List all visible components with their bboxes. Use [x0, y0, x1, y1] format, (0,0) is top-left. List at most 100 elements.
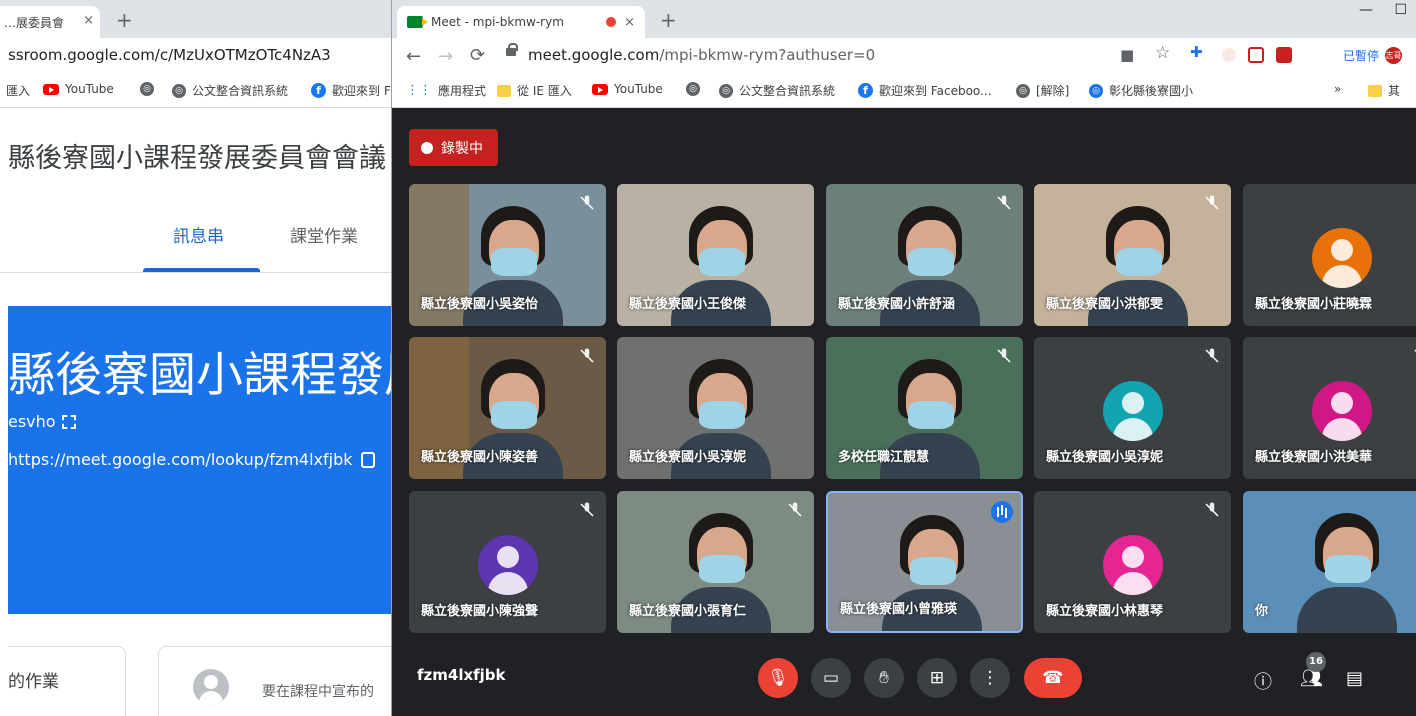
participant-avatar [1312, 228, 1372, 288]
participant-avatar [1103, 535, 1163, 595]
reload-icon[interactable]: ⟳ [470, 45, 485, 66]
body-shape [1297, 587, 1397, 633]
expand-icon[interactable] [61, 414, 76, 429]
record-extension-icon[interactable] [1222, 48, 1236, 62]
participant-name: 多校任職江靚慧 [838, 450, 930, 465]
forward-arrow-icon[interactable]: → [438, 46, 453, 67]
present-button[interactable]: ⊞ [917, 658, 957, 698]
bookmark-globe[interactable]: ◎ [686, 82, 700, 96]
extension-puzzle-icon[interactable]: ✚ [1190, 43, 1203, 61]
info-icon[interactable]: ⓘ [1254, 668, 1272, 694]
raise-hand-button[interactable]: ✋︎ [864, 658, 904, 698]
announce-card[interactable]: 要在課程中宣布的 [158, 646, 392, 716]
star-icon[interactable]: ☆ [1155, 43, 1170, 63]
folder-icon [497, 84, 511, 97]
participant-name: 縣立後寮國小林惠琴 [1046, 604, 1164, 619]
bookmark-docs-system[interactable]: ◎ 公文整合資訊系統 [172, 82, 288, 99]
participant-name: 縣立後寮國小陳姿善 [421, 450, 539, 465]
mask-shape [908, 401, 954, 429]
leave-call-button[interactable]: ☎︎ [1024, 658, 1082, 698]
mic-muted-icon [995, 347, 1013, 365]
participant-avatar [1103, 381, 1163, 441]
participant-tile[interactable]: 縣立後寮國小吳姿怡 [409, 184, 606, 326]
participant-tile[interactable]: 多校任職江靚慧 [826, 337, 1023, 479]
participant-tile[interactable]: 縣立後寮國小林惠琴 [1034, 491, 1231, 633]
tab-stream[interactable]: 訊息串 [173, 222, 224, 247]
meet-tab[interactable]: Meet - mpi-bkmw-rym × [397, 6, 645, 38]
copy-icon[interactable] [360, 451, 375, 468]
participant-tile[interactable]: 縣立後寮國小洪美華 [1243, 337, 1416, 479]
back-url[interactable]: ssroom.google.com/c/MzUxOTMzOTc4NzA3 [8, 46, 331, 64]
participant-tile[interactable]: 縣立後寮國小洪郁雯 [1034, 184, 1231, 326]
classroom-window: …展委員會 × + ssroom.google.com/c/MzUxOTMzOT… [0, 0, 392, 716]
bookmark-other[interactable]: 其 [1368, 82, 1400, 99]
url[interactable]: meet.google.com/mpi-bkmw-rym?authuser=0 [528, 46, 875, 64]
address-bar[interactable]: meet.google.com/mpi-bkmw-rym?authuser=0 [500, 42, 1100, 68]
bookmark-youtube[interactable]: YouTube [592, 82, 663, 96]
bookmark-globe[interactable]: ◎ [140, 82, 154, 96]
chat-icon[interactable]: ▤ [1346, 668, 1363, 689]
school-icon: ◎ [1089, 83, 1103, 98]
meet-link: https://meet.google.com/lookup/fzm4lxfjb… [8, 450, 375, 469]
new-tab-button[interactable]: + [116, 8, 133, 32]
back-arrow-icon[interactable]: ← [406, 46, 421, 67]
pdf-icon[interactable] [1276, 47, 1292, 63]
speaking-indicator-icon [991, 501, 1013, 523]
bookmark-facebook[interactable]: f 歡迎來到 F [311, 82, 391, 99]
bookmark-school[interactable]: ◎ 彰化縣後寮國小 [1089, 82, 1193, 99]
meet-link-url[interactable]: https://meet.google.com/lookup/fzm4lxfjb… [8, 450, 353, 469]
banner-title: 縣後寮國小課程發展 [8, 348, 392, 403]
camera-indicator-icon[interactable]: ■ [1120, 46, 1134, 64]
announce-placeholder[interactable]: 要在課程中宣布的 [262, 681, 374, 701]
participant-name: 縣立後寮國小吳淳妮 [1046, 450, 1164, 465]
record-dot-icon [421, 141, 433, 154]
profile-paused-button[interactable]: 已暫停 志哥 [1335, 42, 1411, 68]
front-bookmarks-bar: ⋮⋮ 應用程式 從 IE 匯入 YouTube ◎ ◎ 公文整合資訊系統 f 歡迎來到… [392, 72, 1416, 108]
participant-tile[interactable]: 縣立後寮國小陳姿善 [409, 337, 606, 479]
mic-muted-icon [578, 347, 596, 365]
participant-video [1243, 491, 1416, 633]
participant-tile[interactable]: 縣立後寮國小許舒涵 [826, 184, 1023, 326]
classroom-tab[interactable]: …展委員會 × [0, 6, 100, 38]
pocket-icon[interactable] [1248, 47, 1264, 63]
mic-off-button[interactable]: 🎙︎ [758, 658, 798, 698]
bookmark-facebook[interactable]: f 歡迎來到 Faceboo... [858, 82, 991, 99]
more-options-button[interactable]: ⋮ [970, 658, 1010, 698]
close-tab-icon[interactable]: × [83, 13, 94, 28]
close-tab-icon[interactable]: × [624, 15, 635, 30]
meet-window: Meet - mpi-bkmw-rym × + — ☐ ← → ⟳ meet.g… [391, 0, 1416, 716]
participant-tile[interactable]: 縣立後寮國小張育仁 [617, 491, 814, 633]
participant-name: 縣立後寮國小張育仁 [629, 604, 747, 619]
upcoming-label: 的作業 [8, 672, 59, 692]
bookmarks-overflow[interactable]: » [1334, 82, 1341, 96]
participant-tile[interactable]: 縣立後寮國小吳淳妮 [617, 337, 814, 479]
bookmark-youtube[interactable]: YouTube [43, 82, 114, 96]
mask-shape [699, 401, 745, 429]
more-vert-icon: ⋮ [981, 668, 999, 688]
bookmark-docs-system[interactable]: ◎ 公文整合資訊系統 [719, 82, 835, 99]
bookmark-unlock[interactable]: ◎ [解除] [1016, 82, 1069, 99]
participant-tile[interactable]: 縣立後寮國小莊曉霖 [1243, 184, 1416, 326]
class-title: 縣後寮國小課程發展委員會會議 [8, 143, 386, 174]
meet-control-bar: fzm4lxfjbk 🎙︎ ▭ ✋︎ ⊞ ⋮ ☎︎ ⓘ 👥︎ 16 ▤ [392, 638, 1416, 716]
participant-tile[interactable]: 縣立後寮國小王俊傑 [617, 184, 814, 326]
tab-classwork[interactable]: 課堂作業 [290, 222, 358, 247]
minimize-button[interactable]: — [1359, 2, 1373, 18]
participant-count-badge: 16 [1306, 652, 1326, 672]
bookmark-import[interactable]: 匯入 [6, 82, 30, 99]
participant-name: 縣立後寮國小許舒涵 [838, 297, 956, 312]
upcoming-card: 的作業 [8, 646, 126, 716]
bookmark-apps[interactable]: ⋮⋮ 應用程式 [406, 82, 486, 99]
participant-tile[interactable]: 你 [1243, 491, 1416, 633]
bookmark-ie-import[interactable]: 從 IE 匯入 [497, 82, 572, 99]
participant-avatar [1312, 381, 1372, 441]
participant-name: 縣立後寮國小陳強聲 [421, 604, 539, 619]
maximize-button[interactable]: ☐ [1394, 2, 1407, 18]
new-tab-button[interactable]: + [660, 8, 677, 32]
camera-button[interactable]: ▭ [811, 658, 851, 698]
participant-tile[interactable]: 縣立後寮國小陳強聲 [409, 491, 606, 633]
participant-tile[interactable]: 縣立後寮國小吳淳妮 [1034, 337, 1231, 479]
mic-muted-icon [578, 194, 596, 212]
profile-avatar: 志哥 [1385, 46, 1403, 64]
participant-tile[interactable]: 縣立後寮國小曾雅瑛 [826, 491, 1023, 633]
